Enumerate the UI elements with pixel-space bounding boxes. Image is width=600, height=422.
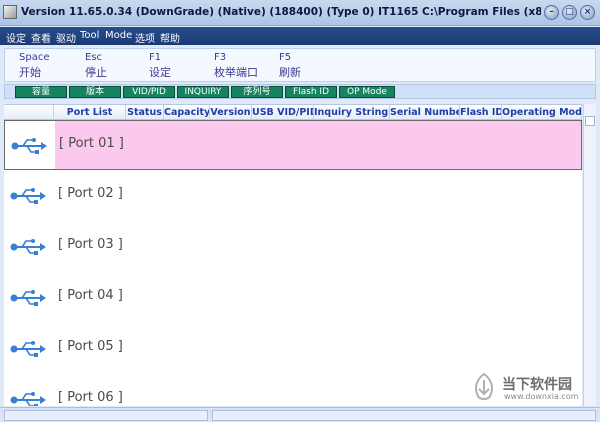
- shortcut-label: 停止: [85, 66, 107, 79]
- port-label: [ Port 03 ]: [58, 237, 123, 252]
- scrollbar-thumb[interactable]: [585, 116, 595, 126]
- port-label: [ Port 05 ]: [58, 339, 123, 354]
- tab-vid-pid[interactable]: VID/PID: [123, 86, 175, 98]
- status-segment: [4, 410, 208, 421]
- shortcut-refresh[interactable]: F5 刷新: [279, 52, 301, 80]
- column-header-capacity[interactable]: Capacity: [164, 105, 210, 120]
- table-row-port-04[interactable]: [ Port 04 ]: [4, 273, 582, 323]
- watermark-title: 当下软件园: [502, 377, 572, 393]
- watermark-url: www.downxia.com: [504, 392, 579, 401]
- tab-serial-number[interactable]: 序列号: [231, 86, 283, 98]
- column-header-port-list[interactable]: Port List: [54, 105, 126, 120]
- shortcut-key: F5: [279, 52, 292, 63]
- shortcut-key: F1: [149, 52, 162, 63]
- shortcut-label: 刷新: [279, 66, 301, 79]
- table-header: Port List Status Capacity Version USB VI…: [4, 104, 582, 120]
- tab-inquiry[interactable]: INQUIRY: [177, 86, 229, 98]
- close-button[interactable]: ×: [580, 5, 595, 20]
- title-bar[interactable]: Version 11.65.0.34 (DownGrade) (Native) …: [0, 0, 600, 26]
- menu-tool[interactable]: Tool: [80, 30, 99, 41]
- shortcut-start[interactable]: Space 开始: [19, 52, 49, 80]
- column-header-usb-vid-pid[interactable]: USB VID/PID: [252, 105, 314, 120]
- maximize-button[interactable]: □: [562, 5, 577, 20]
- port-list-table: [ Port 01 ] [ Port 02 ] [ Port 03 ] [ Po…: [4, 120, 582, 406]
- menu-mode[interactable]: Mode: [105, 30, 132, 41]
- minimize-button[interactable]: –: [544, 5, 559, 20]
- tab-flash-id[interactable]: Flash ID: [285, 86, 337, 98]
- column-header-operating-mode[interactable]: Operating Mode: [502, 105, 582, 120]
- shortcut-settings[interactable]: F1 设定: [149, 52, 171, 80]
- menu-help[interactable]: 帮助: [160, 30, 180, 45]
- status-bar: [0, 407, 600, 422]
- vertical-scrollbar[interactable]: [583, 104, 596, 406]
- table-row-port-01[interactable]: [ Port 01 ]: [4, 120, 582, 170]
- tab-capacity[interactable]: 容量: [15, 86, 67, 98]
- menu-driver[interactable]: 驱动: [56, 30, 76, 45]
- shortcut-key: Space: [19, 52, 50, 63]
- tab-op-mode[interactable]: OP Mode: [339, 86, 395, 98]
- shortcut-toolbar: Space 开始 Esc 停止 F1 设定 F3 枚举端口 F5 刷新: [4, 48, 596, 82]
- usb-icon: [11, 138, 47, 154]
- menu-options[interactable]: 选项: [135, 30, 155, 45]
- watermark: 当下软件园 www.downxia.com: [466, 372, 590, 406]
- shortcut-label: 开始: [19, 66, 41, 79]
- table-row-port-05[interactable]: [ Port 05 ]: [4, 324, 582, 374]
- shortcut-label: 设定: [149, 66, 171, 79]
- downxia-logo-icon: [475, 372, 493, 400]
- tab-version[interactable]: 版本: [69, 86, 121, 98]
- column-header-status[interactable]: Status: [126, 105, 164, 120]
- menu-settings[interactable]: 设定: [6, 30, 26, 45]
- port-label: [ Port 02 ]: [58, 186, 123, 201]
- shortcut-key: Esc: [85, 52, 103, 63]
- shortcut-label: 枚举端口: [214, 66, 258, 79]
- column-header-inquiry-strings[interactable]: Inquiry Strings: [314, 105, 390, 120]
- usb-icon: [10, 290, 46, 306]
- shortcut-key: F3: [214, 52, 227, 63]
- window-title: Version 11.65.0.34 (DownGrade) (Native) …: [21, 6, 541, 18]
- menu-view[interactable]: 查看: [31, 30, 51, 45]
- table-row-port-02[interactable]: [ Port 02 ]: [4, 171, 582, 221]
- usb-icon: [10, 392, 46, 406]
- app-icon[interactable]: [3, 5, 17, 19]
- status-segment: [212, 410, 596, 421]
- usb-icon: [10, 239, 46, 255]
- column-header-serial-number[interactable]: Serial Number: [390, 105, 460, 120]
- usb-icon: [10, 188, 46, 204]
- column-header-icon[interactable]: [4, 105, 54, 120]
- shortcut-enumerate-ports[interactable]: F3 枚举端口: [214, 52, 258, 80]
- port-label: [ Port 04 ]: [58, 288, 123, 303]
- table-row-port-03[interactable]: [ Port 03 ]: [4, 222, 582, 272]
- usb-icon: [10, 341, 46, 357]
- shortcut-stop[interactable]: Esc 停止: [85, 52, 107, 80]
- port-label: [ Port 01 ]: [59, 136, 124, 151]
- column-header-flash-id[interactable]: Flash ID: [460, 105, 502, 120]
- column-toggle-strip: 容量 版本 VID/PID INQUIRY 序列号 Flash ID OP Mo…: [4, 84, 596, 99]
- column-header-version[interactable]: Version: [210, 105, 252, 120]
- menu-bar: 设定 查看 驱动 Tool Mode 选项 帮助: [0, 27, 600, 45]
- port-label: [ Port 06 ]: [58, 390, 123, 405]
